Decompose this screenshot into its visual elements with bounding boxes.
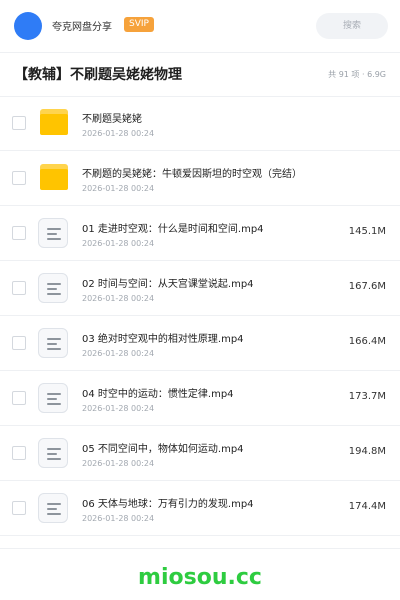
row-checkbox[interactable]	[12, 226, 26, 240]
file-row[interactable]: 06 天体与地球：万有引力的发现.mp4 2026-01-28 00:24 17…	[0, 481, 400, 536]
folder-icon	[40, 164, 68, 190]
file-size: 173.7M	[348, 391, 386, 402]
video-file-icon	[38, 438, 68, 468]
file-row[interactable]: 02 时间与空间：从天宫课堂说起.mp4 2026-01-28 00:24 16…	[0, 261, 400, 316]
row-checkbox[interactable]	[12, 501, 26, 515]
file-date: 2026-01-28 00:24	[82, 294, 155, 303]
file-date: 2026-01-28 00:24	[82, 184, 155, 193]
site-name: 夸克网盘分享	[52, 22, 112, 33]
video-file-icon	[38, 218, 68, 248]
file-row[interactable]: 03 绝对时空观中的相对性原理.mp4 2026-01-28 00:24 166…	[0, 316, 400, 371]
file-date: 2026-01-28 00:24	[82, 129, 155, 138]
file-date: 2026-01-28 00:24	[82, 239, 155, 248]
file-size: 174.4M	[348, 501, 386, 512]
svip-badge: SVIP	[124, 17, 154, 32]
video-file-icon	[38, 273, 68, 303]
top-bar: 夸克网盘分享 SVIP 搜索	[0, 0, 400, 53]
avatar[interactable]	[14, 12, 42, 40]
file-name: 01 走进时空观：什么是时间和空间.mp4	[82, 224, 264, 235]
brand-watermark: miosou.cc	[138, 565, 262, 590]
row-checkbox[interactable]	[12, 336, 26, 350]
file-date: 2026-01-28 00:24	[82, 404, 155, 413]
row-checkbox[interactable]	[12, 446, 26, 460]
video-file-icon	[38, 383, 68, 413]
file-name: 不刷题吴姥姥	[82, 114, 142, 125]
row-checkbox[interactable]	[12, 171, 26, 185]
file-size: 167.6M	[348, 281, 386, 292]
file-date: 2026-01-28 00:24	[82, 459, 155, 468]
video-file-icon	[38, 493, 68, 523]
file-row[interactable]: 01 走进时空观：什么是时间和空间.mp4 2026-01-28 00:24 1…	[0, 206, 400, 261]
share-meta: 共 91 项 · 6.9G	[328, 70, 386, 79]
file-name: 04 时空中的运动：惯性定律.mp4	[82, 389, 234, 400]
file-name: 03 绝对时空观中的相对性原理.mp4	[82, 334, 244, 345]
file-name: 02 时间与空间：从天宫课堂说起.mp4	[82, 279, 254, 290]
file-row[interactable]: 不刷题吴姥姥 2026-01-28 00:24	[0, 96, 400, 151]
file-list: 不刷题吴姥姥 2026-01-28 00:24 不刷题的吴姥姥：牛顿爱因斯坦的时…	[0, 96, 400, 536]
file-date: 2026-01-28 00:24	[82, 514, 155, 523]
footer: miosou.cc	[0, 548, 400, 600]
share-title-bar: 【教辅】不刷题吴姥姥物理 共 91 项 · 6.9G	[0, 52, 400, 97]
file-size: 166.4M	[348, 336, 386, 347]
search-input[interactable]: 搜索	[316, 13, 388, 39]
file-size: 194.8M	[348, 446, 386, 457]
row-checkbox[interactable]	[12, 116, 26, 130]
folder-icon	[40, 109, 68, 135]
file-name: 05 不同空间中，物体如何运动.mp4	[82, 444, 244, 455]
file-name: 06 天体与地球：万有引力的发现.mp4	[82, 499, 254, 510]
file-row[interactable]: 05 不同空间中，物体如何运动.mp4 2026-01-28 00:24 194…	[0, 426, 400, 481]
row-checkbox[interactable]	[12, 391, 26, 405]
file-date: 2026-01-28 00:24	[82, 349, 155, 358]
share-page: 夸克网盘分享 SVIP 搜索 【教辅】不刷题吴姥姥物理 共 91 项 · 6.9…	[0, 0, 400, 600]
file-row[interactable]: 04 时空中的运动：惯性定律.mp4 2026-01-28 00:24 173.…	[0, 371, 400, 426]
share-title: 【教辅】不刷题吴姥姥物理	[14, 67, 182, 83]
video-file-icon	[38, 328, 68, 358]
file-row[interactable]: 不刷题的吴姥姥：牛顿爱因斯坦的时空观（完结） 2026-01-28 00:24	[0, 151, 400, 206]
row-checkbox[interactable]	[12, 281, 26, 295]
file-size: 145.1M	[348, 226, 386, 237]
file-name: 不刷题的吴姥姥：牛顿爱因斯坦的时空观（完结）	[82, 169, 302, 180]
